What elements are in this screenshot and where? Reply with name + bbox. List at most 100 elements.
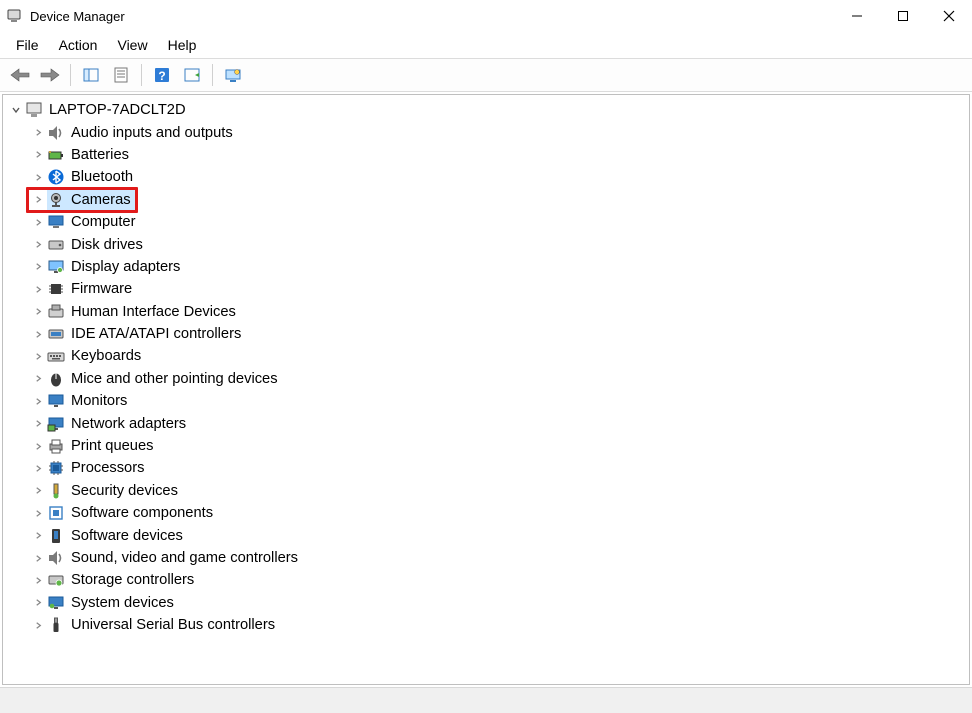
forward-button[interactable]: [36, 62, 64, 88]
menubar: File Action View Help: [0, 32, 972, 58]
category-label: Mice and other pointing devices: [71, 371, 278, 387]
sound-icon: [47, 549, 65, 567]
chevron-right-icon[interactable]: [31, 215, 45, 229]
tree-category[interactable]: Firmware: [31, 278, 969, 300]
chevron-right-icon[interactable]: [31, 618, 45, 632]
chevron-right-icon[interactable]: [31, 126, 45, 140]
chevron-right-icon[interactable]: [31, 238, 45, 252]
category-label: Bluetooth: [71, 169, 133, 185]
category-label: IDE ATA/ATAPI controllers: [71, 326, 241, 342]
category-label: Human Interface Devices: [71, 304, 236, 320]
tree-category[interactable]: Universal Serial Bus controllers: [31, 614, 969, 636]
category-label: Print queues: [71, 438, 153, 454]
tree-category[interactable]: Software devices: [31, 524, 969, 546]
toolbar-separator: [141, 64, 142, 86]
category-label: Monitors: [71, 393, 127, 409]
chevron-right-icon[interactable]: [31, 484, 45, 498]
toolbar: ?: [0, 59, 972, 91]
processor-icon: [47, 459, 65, 477]
chevron-right-icon[interactable]: [31, 193, 45, 207]
tree-category[interactable]: Network adapters: [31, 412, 969, 434]
chevron-right-icon[interactable]: [31, 148, 45, 162]
category-label: Keyboards: [71, 348, 141, 364]
menu-action[interactable]: Action: [49, 34, 108, 56]
category-label: Display adapters: [71, 259, 180, 275]
chevron-right-icon[interactable]: [31, 327, 45, 341]
chevron-right-icon[interactable]: [31, 529, 45, 543]
chevron-right-icon[interactable]: [31, 417, 45, 431]
device-tree[interactable]: LAPTOP-7ADCLT2D Audio inputs and outputs…: [2, 94, 970, 685]
toolbar-separator: [70, 64, 71, 86]
chevron-right-icon[interactable]: [31, 394, 45, 408]
minimize-button[interactable]: [834, 0, 880, 32]
back-button[interactable]: [6, 62, 34, 88]
computer-icon: [25, 101, 43, 119]
tree-category[interactable]: Monitors: [31, 390, 969, 412]
category-label: Audio inputs and outputs: [71, 125, 233, 141]
chevron-right-icon[interactable]: [31, 260, 45, 274]
tree-category[interactable]: Software components: [31, 502, 969, 524]
hid-icon: [47, 303, 65, 321]
tree-category[interactable]: Computer: [31, 211, 969, 233]
chevron-right-icon[interactable]: [31, 349, 45, 363]
category-label: Network adapters: [71, 416, 186, 432]
chevron-right-icon[interactable]: [31, 439, 45, 453]
tree-category[interactable]: Audio inputs and outputs: [31, 121, 969, 143]
add-legacy-hardware-button[interactable]: [219, 62, 247, 88]
chevron-right-icon[interactable]: [31, 551, 45, 565]
keyboard-icon: [47, 347, 65, 365]
show-hide-tree-button[interactable]: [77, 62, 105, 88]
scan-hardware-button[interactable]: [178, 62, 206, 88]
sound-icon: [47, 124, 65, 142]
category-label: Disk drives: [71, 237, 143, 253]
properties-button[interactable]: [107, 62, 135, 88]
toolbar-separator: [212, 64, 213, 86]
chevron-right-icon[interactable]: [31, 461, 45, 475]
printer-icon: [47, 437, 65, 455]
chevron-right-icon[interactable]: [31, 372, 45, 386]
tree-category[interactable]: Sound, video and game controllers: [31, 547, 969, 569]
category-label: Firmware: [71, 281, 132, 297]
menu-view[interactable]: View: [107, 34, 157, 56]
window-title: Device Manager: [30, 9, 125, 24]
close-button[interactable]: [926, 0, 972, 32]
menu-file[interactable]: File: [6, 34, 49, 56]
chevron-down-icon[interactable]: [9, 103, 23, 117]
tree-category[interactable]: Disk drives: [31, 233, 969, 255]
menu-help[interactable]: Help: [158, 34, 207, 56]
tree-category[interactable]: Print queues: [31, 435, 969, 457]
category-label: Storage controllers: [71, 572, 194, 588]
display-icon: [47, 258, 65, 276]
tree-category[interactable]: IDE ATA/ATAPI controllers: [31, 323, 969, 345]
chevron-right-icon[interactable]: [31, 573, 45, 587]
tree-category[interactable]: Storage controllers: [31, 569, 969, 591]
tree-category[interactable]: Bluetooth: [31, 166, 969, 188]
monitor-icon: [47, 392, 65, 410]
tree-category[interactable]: Processors: [31, 457, 969, 479]
help-button[interactable]: ?: [148, 62, 176, 88]
chevron-right-icon[interactable]: [31, 305, 45, 319]
tree-category[interactable]: Mice and other pointing devices: [31, 368, 969, 390]
statusbar: [0, 687, 972, 713]
category-label: Software components: [71, 505, 213, 521]
computer-icon: [47, 213, 65, 231]
window-controls: [834, 0, 972, 32]
chevron-right-icon[interactable]: [31, 282, 45, 296]
tree-category[interactable]: Display adapters: [31, 256, 969, 278]
mouse-icon: [47, 370, 65, 388]
tree-category[interactable]: Cameras: [31, 189, 969, 211]
tree-root-node[interactable]: LAPTOP-7ADCLT2D: [9, 99, 969, 121]
tree-category[interactable]: Keyboards: [31, 345, 969, 367]
maximize-button[interactable]: [880, 0, 926, 32]
tree-category[interactable]: Security devices: [31, 480, 969, 502]
category-label: Security devices: [71, 483, 178, 499]
chevron-right-icon[interactable]: [31, 596, 45, 610]
tree-category[interactable]: Batteries: [31, 144, 969, 166]
tree-category[interactable]: Human Interface Devices: [31, 301, 969, 323]
chevron-right-icon[interactable]: [31, 170, 45, 184]
chevron-right-icon[interactable]: [31, 506, 45, 520]
device-manager-app-icon: [6, 8, 22, 24]
swdev-icon: [47, 527, 65, 545]
category-label: Universal Serial Bus controllers: [71, 617, 275, 633]
tree-category[interactable]: System devices: [31, 592, 969, 614]
